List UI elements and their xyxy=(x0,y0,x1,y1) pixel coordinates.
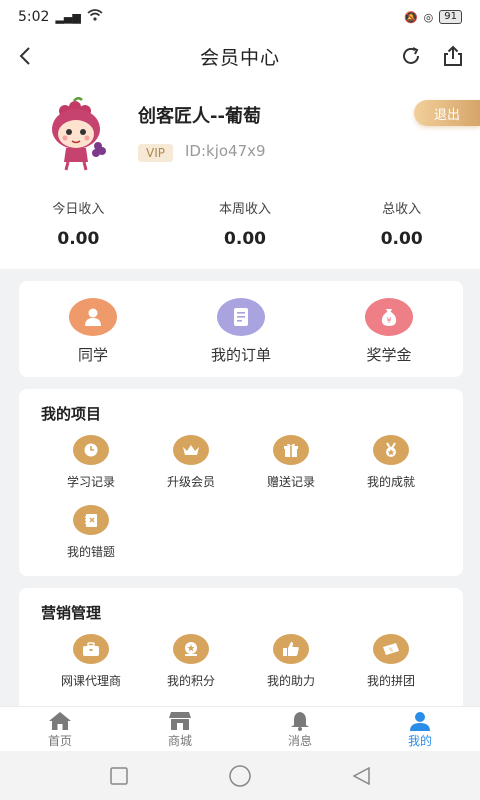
notebook-icon xyxy=(73,505,109,535)
bottom-tab-bar: 首页 商城 消息 我的 xyxy=(0,706,480,751)
shop-icon xyxy=(169,712,191,730)
crown-icon xyxy=(173,435,209,465)
grid-item-label: 我的拼团 xyxy=(366,674,415,688)
income-summary: 今日收入 0.00 本周收入 0.00 总收入 0.00 xyxy=(0,198,480,258)
mute-icon: 🔕 xyxy=(403,10,418,24)
coupon-icon: % xyxy=(373,634,409,664)
points-icon xyxy=(173,634,209,664)
refresh-button[interactable] xyxy=(396,40,426,72)
marketing-grid: 网课代理商 我的积分 我的助力 % 我的拼团 xyxy=(41,634,441,704)
bell-icon xyxy=(291,712,309,731)
wifi-icon xyxy=(87,9,103,25)
section-title: 营销管理 xyxy=(41,604,102,622)
svg-text:%: % xyxy=(389,648,394,654)
quick-item-label: 我的订单 xyxy=(210,346,271,364)
income-total[interactable]: 总收入 0.00 xyxy=(323,198,480,258)
grid-item-upgrade-member[interactable]: 升级会员 xyxy=(141,435,241,505)
grid-item-label: 我的错题 xyxy=(66,545,115,559)
grid-item-my-boost[interactable]: 我的助力 xyxy=(241,634,341,704)
system-nav-bar xyxy=(0,751,480,800)
tab-label: 消息 xyxy=(287,734,312,748)
tab-shop[interactable]: 商城 xyxy=(120,707,240,751)
grid-item-label: 网课代理商 xyxy=(60,674,121,688)
grid-item-study-record[interactable]: 学习记录 xyxy=(41,435,141,505)
share-icon xyxy=(444,45,462,66)
grid-item-group-buy[interactable]: % 我的拼团 xyxy=(341,634,441,704)
tab-messages[interactable]: 消息 xyxy=(240,707,360,751)
order-icon xyxy=(217,298,265,336)
home-circle-icon[interactable] xyxy=(228,764,252,788)
income-value: 0.00 xyxy=(224,229,266,249)
section-title: 我的项目 xyxy=(41,405,102,423)
projects-grid: 学习记录 升级会员 赠送记录 我的成就 我的错题 xyxy=(41,435,441,575)
gift-icon xyxy=(273,435,309,465)
quick-item-classmates[interactable]: 同学 xyxy=(19,281,167,377)
status-bar: 5:02 ▂▄▆ 🔕 ◎ 91 xyxy=(0,0,480,34)
logout-button[interactable]: 退出 xyxy=(414,100,480,126)
grid-item-label: 赠送记录 xyxy=(266,475,315,489)
battery-icon: 91 xyxy=(439,10,462,24)
grid-item-label: 我的成就 xyxy=(366,475,415,489)
tab-label: 商城 xyxy=(167,734,192,748)
avatar[interactable] xyxy=(38,96,116,174)
income-value: 0.00 xyxy=(380,229,423,249)
grid-item-label: 学习记录 xyxy=(66,475,115,489)
data-saver-icon: ◎ xyxy=(423,10,434,24)
quick-item-label: 奖学金 xyxy=(366,346,412,364)
tab-label: 首页 xyxy=(47,734,72,748)
income-today[interactable]: 今日收入 0.00 xyxy=(0,198,167,258)
vip-badge: VIP xyxy=(138,144,173,162)
medal-icon xyxy=(373,435,409,465)
quick-item-orders[interactable]: 我的订单 xyxy=(167,281,315,377)
grid-item-label: 我的积分 xyxy=(166,674,215,688)
refresh-icon xyxy=(403,47,419,64)
clock-icon xyxy=(73,435,109,465)
grid-item-label: 升级会员 xyxy=(166,475,215,489)
tab-home[interactable]: 首页 xyxy=(0,707,120,751)
grid-item-course-agent[interactable]: 网课代理商 xyxy=(41,634,141,704)
income-label: 今日收入 xyxy=(52,202,105,217)
briefcase-icon xyxy=(73,634,109,664)
income-label: 总收入 xyxy=(382,202,422,217)
marketing-card: 营销管理 网课代理商 我的积分 我的助力 % 我的拼团 xyxy=(19,588,463,713)
tab-mine[interactable]: 我的 xyxy=(360,707,480,751)
svg-text:¥: ¥ xyxy=(386,316,391,325)
profile-header: 创客匠人--葡萄 VIP ID:kjo47x9 退出 今日收入 0.00 本周收… xyxy=(0,78,480,269)
income-value: 0.00 xyxy=(57,229,100,249)
grid-item-my-points[interactable]: 我的积分 xyxy=(141,634,241,704)
share-button[interactable] xyxy=(438,40,468,72)
recent-apps-icon[interactable] xyxy=(109,766,129,786)
page-title: 会员中心 xyxy=(199,46,280,69)
title-bar: 会员中心 xyxy=(0,34,480,78)
status-time: 5:02 xyxy=(18,9,50,25)
grid-item-label: 我的助力 xyxy=(266,674,315,688)
my-projects-card: 我的项目 学习记录 升级会员 赠送记录 我的成就 我的错题 xyxy=(19,389,463,576)
user-name: 创客匠人--葡萄 xyxy=(138,106,261,127)
grid-item-achievement[interactable]: 我的成就 xyxy=(341,435,441,505)
income-week[interactable]: 本周收入 0.00 xyxy=(167,198,324,258)
back-triangle-icon[interactable] xyxy=(351,766,371,786)
user-id: ID:kjo47x9 xyxy=(185,142,266,160)
person-icon xyxy=(410,712,430,731)
user-icon xyxy=(69,298,117,336)
grid-item-wrong-questions[interactable]: 我的错题 xyxy=(41,505,141,575)
back-button[interactable] xyxy=(10,40,40,72)
quick-item-scholarship[interactable]: ¥ 奖学金 xyxy=(315,281,463,377)
grid-item-gift-record[interactable]: 赠送记录 xyxy=(241,435,341,505)
tab-label: 我的 xyxy=(407,734,432,748)
quick-actions-card: 同学 我的订单 ¥ 奖学金 xyxy=(19,281,463,377)
income-label: 本周收入 xyxy=(219,202,272,217)
quick-item-label: 同学 xyxy=(77,346,108,364)
signal-icon: ▂▄▆ xyxy=(55,10,81,24)
chevron-left-icon xyxy=(19,47,30,65)
money-bag-icon: ¥ xyxy=(365,298,413,336)
thumbs-up-icon xyxy=(273,634,309,664)
home-icon xyxy=(49,712,71,730)
